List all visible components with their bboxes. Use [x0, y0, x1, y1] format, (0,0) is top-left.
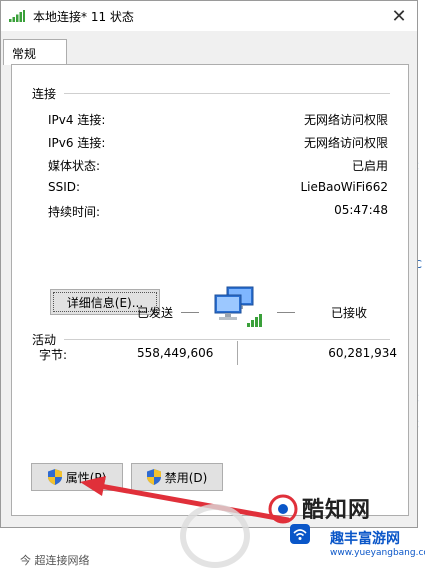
watermark-subtitle: 趣丰富游网	[330, 531, 400, 547]
watermark-brand: 酷知网	[302, 498, 372, 523]
status-dialog: 本地连接* 11 状态 ✕ 常规 连接 IPv4 连接: 无网络访问权限 IPv…	[0, 0, 418, 528]
ssid-label: SSID:	[48, 180, 81, 194]
watermark-circle-icon	[180, 504, 250, 568]
window-title: 本地连接* 11 状态	[33, 10, 134, 24]
connection-group-title: 连接	[32, 87, 57, 101]
sent-bytes-value: 558,449,606	[137, 346, 214, 360]
received-bytes-value: 60,281,934	[328, 346, 397, 360]
ipv4-label: IPv4 连接:	[48, 113, 106, 127]
network-computers-icon	[214, 286, 262, 327]
tab-general[interactable]: 常规	[3, 39, 67, 65]
ipv4-value: 无网络访问权限	[303, 113, 388, 127]
close-button[interactable]: ✕	[381, 1, 417, 31]
divider	[277, 312, 295, 313]
general-panel: 连接 IPv4 连接: 无网络访问权限 IPv6 连接: 无网络访问权限 媒体状…	[11, 64, 409, 516]
background-text: 今 超连接网络	[20, 554, 90, 567]
duration-value: 05:47:48	[334, 203, 388, 217]
title-bar[interactable]: 本地连接* 11 状态 ✕	[1, 1, 417, 31]
divider	[64, 93, 390, 94]
annotation-arrow-icon	[80, 476, 290, 523]
bytes-label: 字节:	[39, 348, 68, 362]
media-state-value: 已启用	[351, 159, 388, 173]
watermark-url: www.yueyangbang.com	[330, 548, 425, 558]
ipv6-value: 无网络访问权限	[303, 136, 388, 150]
divider	[64, 339, 390, 340]
media-state-label: 媒体状态:	[48, 159, 101, 173]
ipv6-label: IPv6 连接:	[48, 136, 106, 150]
wifi-icon	[293, 529, 307, 540]
received-label: 已接收	[331, 306, 368, 320]
divider	[181, 312, 199, 313]
close-icon: ✕	[391, 5, 407, 27]
sent-label: 已发送	[137, 306, 174, 320]
signal-bars-icon	[9, 10, 25, 22]
divider	[237, 341, 238, 365]
duration-label: 持续时间:	[48, 205, 101, 219]
watermark-logo-icon	[268, 494, 298, 524]
ssid-value: LieBaoWiFi662	[300, 180, 388, 194]
